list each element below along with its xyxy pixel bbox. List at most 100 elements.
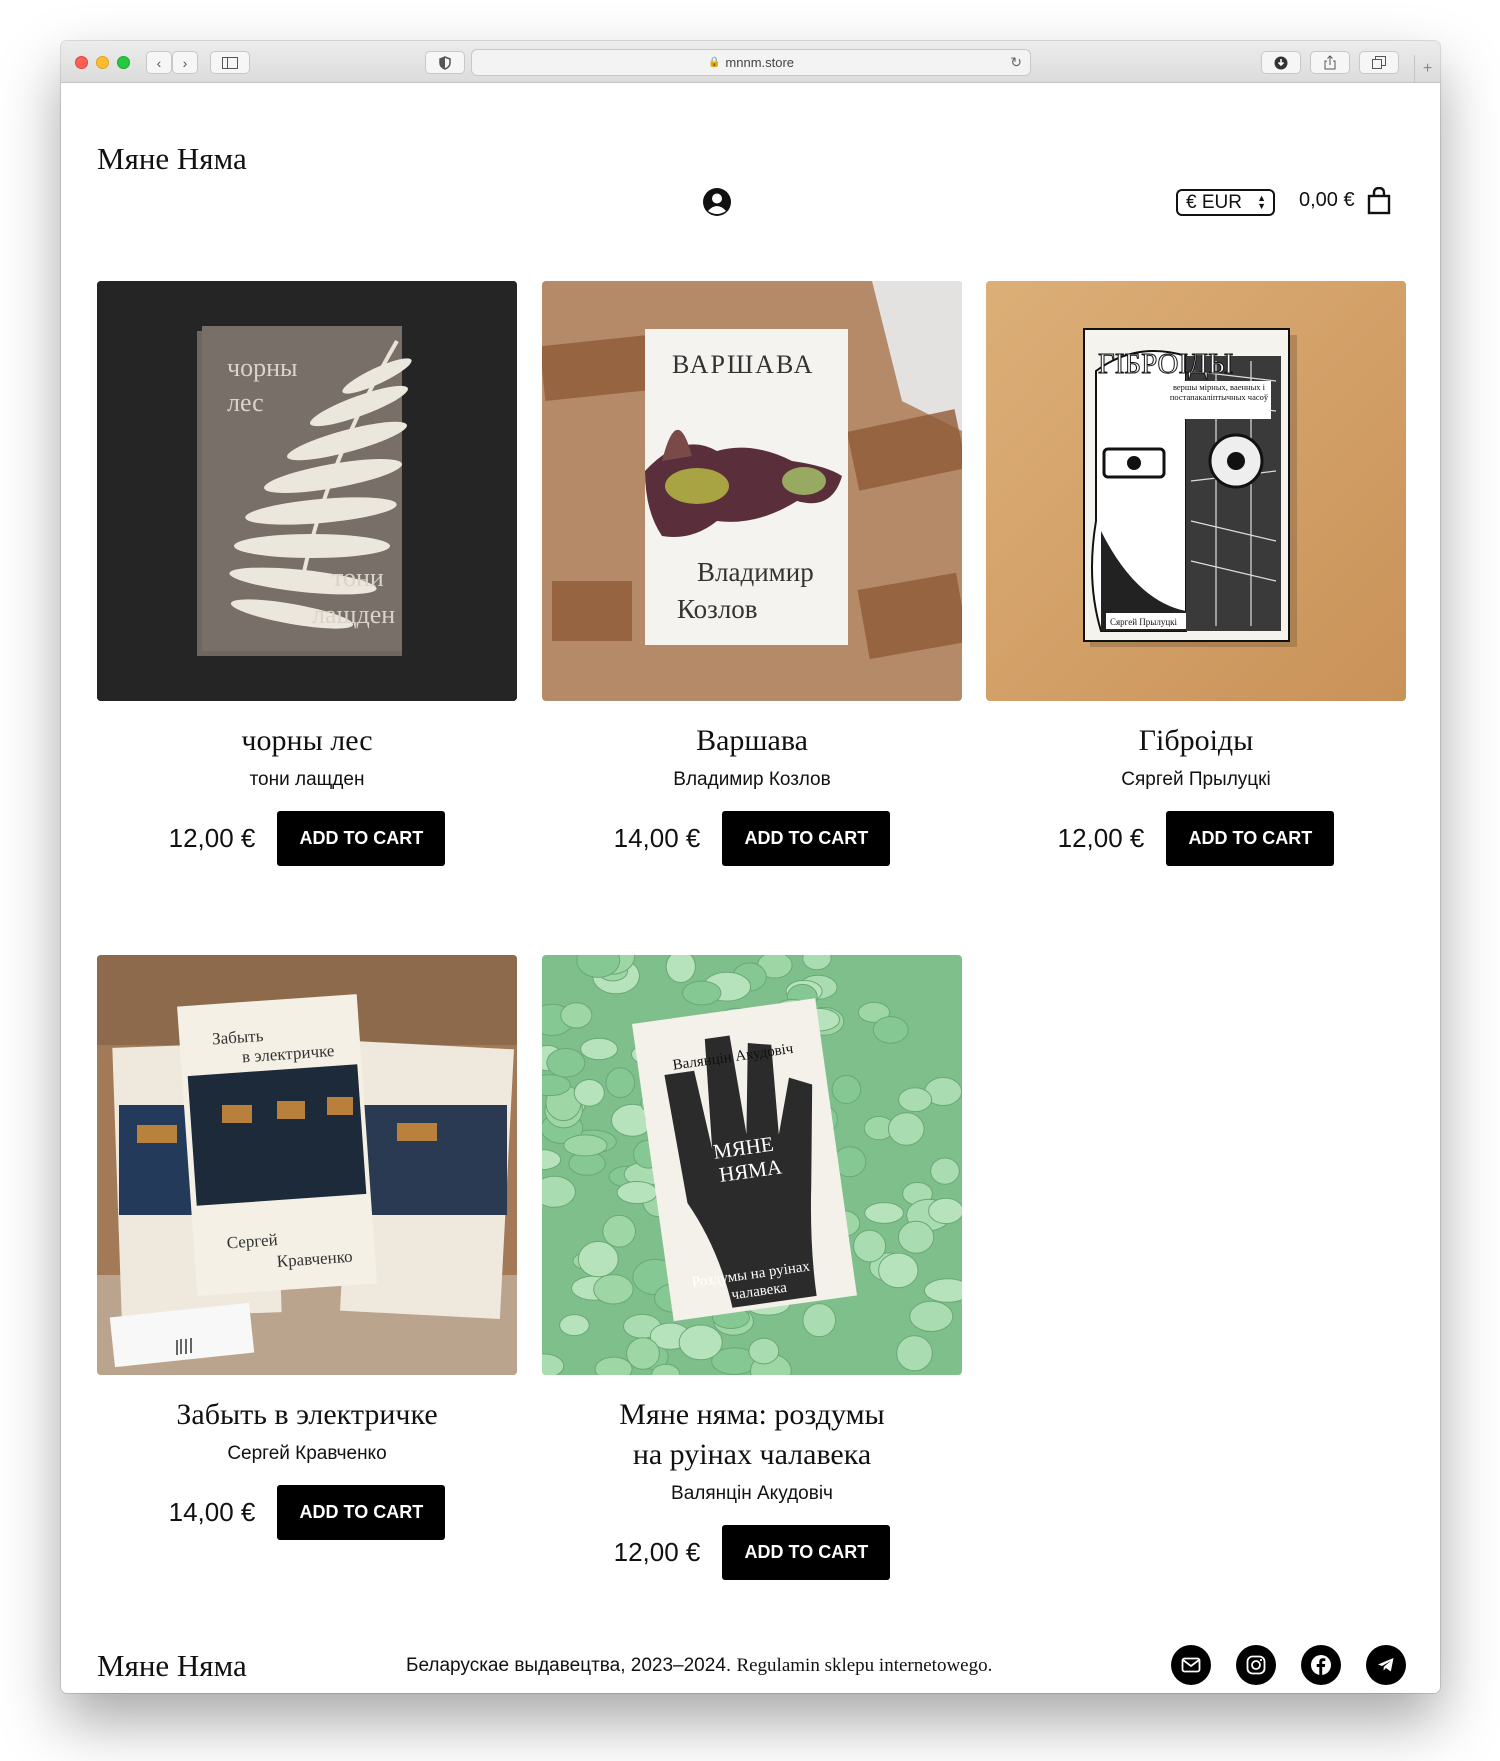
product-title-line: на руінах чалавека [632,1438,872,1471]
buy-row: 12,00 € ADD TO CART [986,811,1406,866]
packing-peanut [678,1324,723,1361]
footer-logo[interactable]: Мяне Няма [97,1648,247,1684]
packing-peanut [878,1252,919,1289]
product-author: Владимир Козлов [673,769,831,790]
packing-peanut [896,1335,933,1372]
product-title[interactable]: чорны лес [97,721,517,761]
packing-peanut [580,1037,619,1061]
product-card: чорны лес тони лащден чорны лес тони лащ… [97,281,517,866]
buy-row: 12,00 € ADD TO CART [97,811,517,866]
sidebar-icon[interactable] [210,51,250,74]
footer-copyright: Беларускае выдавецтва, 2023–2024. [406,1655,732,1676]
facebook-icon[interactable] [1301,1645,1341,1685]
packing-peanut [853,1229,887,1263]
cover-subtitle: вершы мірных, ваенных і постапакаліптычн… [1169,382,1269,402]
packing-peanut [560,1002,593,1029]
packing-peanut [559,1314,590,1337]
buy-row: 14,00 € ADD TO CART [542,811,962,866]
packing-peanut [573,1079,605,1107]
currency-select[interactable]: € EUR ▲ ▼ [1176,189,1275,216]
product-title[interactable]: Забыть в электричке [97,1395,517,1435]
product-author: тони лащден [249,769,365,790]
packing-peanut [626,1337,660,1370]
cover-text: Козлов [677,594,758,624]
product-price: 14,00 € [168,1497,256,1527]
cover-text: лащден [312,600,395,629]
product-price: 12,00 € [1057,823,1145,853]
maximize-window-button[interactable] [117,56,130,69]
packing-peanut [831,1074,862,1104]
packing-peanut [898,1220,935,1254]
product-card: Забыть в электричке Сергей Кравченко Заб… [97,955,517,1540]
telegram-icon[interactable] [1366,1645,1406,1685]
cart-icon[interactable] [1367,187,1391,215]
product-title[interactable]: Мяне няма: роздумы на руінах чалавека [542,1395,962,1475]
add-to-cart-button[interactable]: ADD TO CART [1166,811,1335,866]
close-window-button[interactable] [75,56,88,69]
product-title[interactable]: Гіброіды [986,721,1406,761]
product-image[interactable]: ВАРШАВА Владимир Козлов [542,281,962,701]
reload-icon[interactable]: ↻ [1010,54,1022,71]
cover-text: Забыть [211,1026,264,1049]
product-image[interactable]: Забыть в электричке Сергей Кравченко [97,955,517,1375]
lock-icon: 🔒 [707,57,721,68]
back-icon[interactable]: ‹ [146,51,172,74]
tabs-overview-icon[interactable] [1359,51,1399,74]
cover-text: Сергей [226,1230,278,1253]
minimize-window-button[interactable] [96,56,109,69]
url-text: mnnm.store [725,55,795,70]
cover-text: чорны [227,353,297,382]
cover-text: тони [332,563,384,592]
account-icon[interactable] [702,187,732,217]
packing-peanut [898,1087,933,1113]
product-card: ВАРШАВА Владимир Козлов Варшава Владимир… [542,281,962,866]
product-title[interactable]: Варшава [542,721,962,761]
email-icon[interactable] [1171,1645,1211,1685]
cart-total[interactable]: 0,00 € [1299,189,1355,212]
add-to-cart-button[interactable]: ADD TO CART [277,811,446,866]
packing-peanut [923,1278,962,1303]
address-bar[interactable]: 🔒 mnnm.store ↻ [471,49,1031,76]
cover-text: Сяргей Прылуцкі [1110,617,1178,627]
packing-peanut [748,1337,780,1365]
add-to-cart-button[interactable]: ADD TO CART [277,1485,446,1540]
product-price: 12,00 € [168,823,256,853]
downloads-icon[interactable] [1261,51,1301,74]
packing-peanut [616,1181,658,1204]
currency-value: € EUR [1186,191,1242,213]
cover-text: ГІБРОІДЫ [1098,348,1233,380]
packing-peanut [602,1214,636,1248]
site-logo[interactable]: Мяне Няма [97,141,247,177]
buy-row: 14,00 € ADD TO CART [97,1485,517,1540]
packing-peanut [909,1300,954,1332]
packing-peanut [546,1048,586,1078]
share-icon[interactable] [1310,51,1350,74]
product-price: 14,00 € [613,823,701,853]
product-image[interactable]: чорны лес тони лащден [97,281,517,701]
cover-text: ВАРШАВА [672,350,814,379]
privacy-shield-icon[interactable] [425,51,465,74]
product-image[interactable]: ГІБРОІДЫ вершы мірных, ваенных і постапа… [986,281,1406,701]
select-arrows-icon: ▲ ▼ [1257,193,1266,211]
product-card: ГІБРОІДЫ вершы мірных, ваенных і постапа… [986,281,1406,866]
packing-peanut [682,980,722,1006]
packing-peanut [864,1202,905,1224]
add-to-cart-button[interactable]: ADD TO CART [722,811,891,866]
product-title-line: Мяне няма: роздумы [619,1398,885,1431]
add-to-cart-button[interactable]: ADD TO CART [722,1525,891,1580]
new-tab-button[interactable]: + [1414,55,1440,83]
product-price: 12,00 € [613,1537,701,1567]
packing-peanut [928,1197,962,1225]
instagram-icon[interactable] [1236,1645,1276,1685]
packing-peanut [577,1240,619,1278]
footer-regulations-link[interactable]: Regulamin sklepu internetowego. [736,1655,992,1676]
packing-peanut [802,1303,837,1338]
cover-text: лес [227,388,264,417]
forward-icon[interactable]: › [172,51,198,74]
packing-peanut [930,1157,960,1185]
product-image[interactable]: Валянцін Акудовіч МЯНЕ НЯМА Роздумы на р… [542,955,962,1375]
store-page: Мяне Няма € EUR ▲ ▼ 0,00 € чорны лес тон… [61,83,1440,1693]
footer-text: Беларускае выдавецтва, 2023–2024. Regula… [406,1655,992,1677]
product-author: Сяргей Прылуцкі [1121,769,1271,790]
product-author: Сергей Кравченко [227,1443,387,1464]
